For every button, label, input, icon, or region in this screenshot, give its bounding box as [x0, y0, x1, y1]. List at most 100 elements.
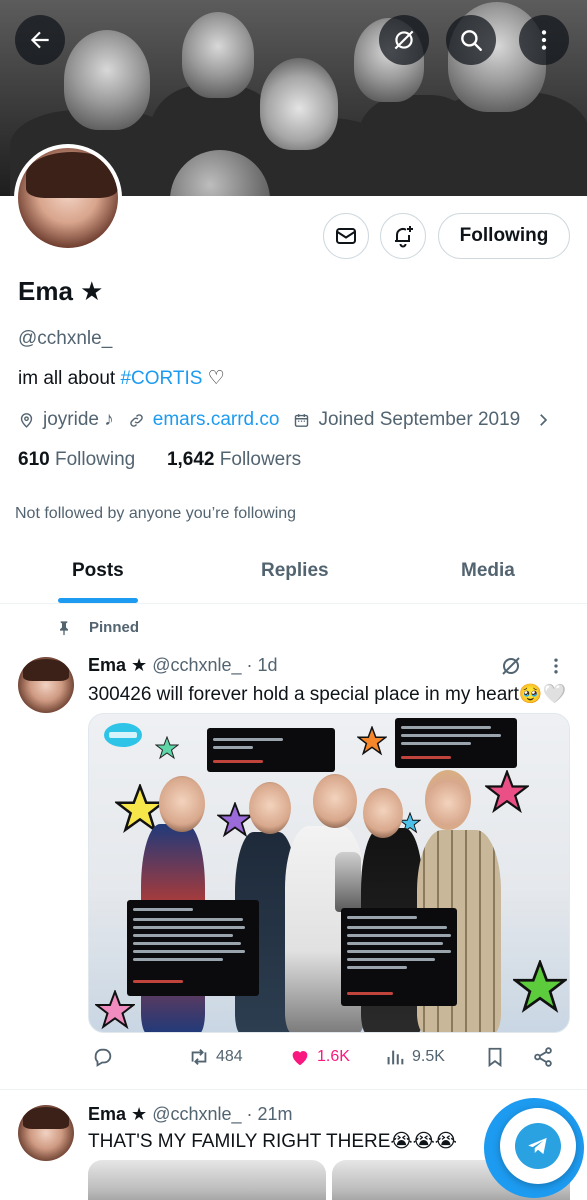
profile-name: Ema ★: [18, 276, 104, 306]
link-icon: [129, 413, 143, 427]
post-text: 300426 will forever hold a special place…: [88, 684, 567, 705]
telegram-floating-button[interactable]: [500, 1108, 576, 1184]
avatar-hair: [23, 659, 69, 681]
telegram-icon: [515, 1123, 561, 1169]
bell-plus-icon: [395, 226, 413, 248]
retweet-button[interactable]: 484: [188, 1046, 243, 1068]
screenshot-card: [127, 900, 259, 996]
more-vertical-icon: [541, 30, 547, 50]
following-stat[interactable]: 610 Following: [18, 449, 135, 470]
share-icon: [534, 1047, 552, 1067]
retweet-count: 484: [216, 1048, 243, 1065]
trophy: [335, 852, 361, 912]
arrow-left-icon: [30, 31, 49, 49]
followers-label: Followers: [219, 449, 302, 470]
post-time: · 1d: [246, 655, 278, 675]
star-decoration: [217, 802, 253, 838]
profile-tabs: Posts Replies Media: [0, 540, 587, 604]
post-action-bar: 484 1.6K 9.5K: [88, 1046, 558, 1076]
followers-stat[interactable]: 1,642 Followers: [167, 449, 301, 470]
following-count: 610: [18, 449, 50, 470]
screenshot-card: [395, 718, 517, 768]
post-author-handle: @cchxnle_: [152, 655, 242, 675]
notifications-button[interactable]: [380, 213, 426, 259]
post-avatar[interactable]: [18, 657, 74, 713]
post-header: Ema ★ @cchxnle_ · 21m: [88, 1104, 293, 1125]
post-media-image[interactable]: [88, 1160, 326, 1200]
more-button[interactable]: [519, 15, 569, 65]
location-pin-icon: [20, 412, 33, 428]
post-header: Ema ★ @cchxnle_ · 1d: [88, 655, 278, 676]
star-decoration: [513, 960, 567, 1013]
joined-text: Joined September 2019: [318, 409, 521, 430]
more-vertical-icon[interactable]: [546, 656, 566, 676]
tab-media[interactable]: Media: [461, 560, 515, 582]
calendar-icon: [295, 413, 309, 427]
comment-icon: [94, 1048, 112, 1067]
post-media-image[interactable]: [88, 713, 570, 1033]
post-divider: [0, 1089, 587, 1090]
post-text: THAT'S MY FAMILY RIGHT THERE😭😭😭: [88, 1131, 458, 1152]
screenshot-card: [341, 908, 457, 1006]
grok-button[interactable]: [379, 15, 429, 65]
views-button[interactable]: 9.5K: [384, 1046, 445, 1068]
tab-posts[interactable]: Posts: [72, 560, 124, 582]
not-followed-note: Not followed by anyone you’re following: [15, 505, 297, 522]
views-count: 9.5K: [412, 1048, 445, 1065]
member-head: [313, 774, 357, 828]
bio-hashtag-link[interactable]: #CORTIS: [120, 368, 202, 389]
grok-icon[interactable]: [499, 654, 523, 678]
star-decoration: [485, 770, 529, 814]
message-button[interactable]: [323, 213, 369, 259]
banner-figure: [260, 58, 338, 150]
location-text: joyride ♪: [43, 409, 114, 430]
post-time: · 21m: [246, 1104, 293, 1124]
banner-figure: [182, 12, 254, 98]
chevron-right-icon[interactable]: [534, 411, 552, 429]
show-logo: [104, 723, 142, 747]
share-button[interactable]: [532, 1046, 560, 1068]
member-head: [363, 788, 403, 838]
post-author-handle: @cchxnle_: [152, 1104, 242, 1124]
profile-bio: im all about #CORTIS ♡: [18, 367, 225, 390]
tabs-divider: [0, 603, 587, 604]
post-avatar[interactable]: [18, 1105, 74, 1161]
retweet-icon: [191, 1049, 207, 1065]
bookmark-button[interactable]: [484, 1046, 512, 1068]
avatar-hair: [26, 152, 118, 198]
website-item[interactable]: emars.carrd.co: [128, 409, 280, 431]
profile-handle: @cchxnle_: [18, 328, 113, 349]
back-button[interactable]: [15, 15, 65, 65]
profile-meta-row: joyride ♪ emars.carrd.co Joined Septembe…: [18, 408, 560, 432]
bio-heart: ♡: [207, 368, 225, 389]
tab-replies[interactable]: Replies: [261, 560, 329, 582]
star-decoration: [357, 726, 387, 756]
reply-button[interactable]: [92, 1046, 120, 1068]
post-author-name[interactable]: Ema ★: [88, 655, 147, 675]
profile-avatar[interactable]: [14, 144, 122, 252]
heart-icon: [292, 1051, 308, 1066]
screenshot-card: [207, 728, 335, 772]
like-button[interactable]: 1.6K: [289, 1046, 350, 1068]
following-button[interactable]: Following: [438, 213, 570, 259]
bookmark-icon: [488, 1047, 502, 1068]
search-icon: [461, 30, 482, 51]
avatar-hair: [23, 1107, 69, 1129]
member-head: [159, 776, 205, 832]
profile-stats: 610 Following 1,642 Followers: [18, 449, 301, 471]
pinned-text: Pinned: [89, 619, 140, 636]
pin-icon: [60, 620, 68, 635]
location-item: joyride ♪: [18, 409, 114, 431]
pinned-label: Pinned: [56, 619, 139, 636]
star-decoration: [95, 990, 135, 1030]
member-head: [425, 770, 471, 830]
star-decoration: [155, 736, 179, 760]
member-head: [249, 782, 291, 834]
joined-item: Joined September 2019: [293, 409, 520, 431]
like-count: 1.6K: [317, 1048, 350, 1065]
search-button[interactable]: [446, 15, 496, 65]
bio-text: im all about: [18, 368, 121, 389]
views-bar-icon: [387, 1050, 404, 1065]
website-link[interactable]: emars.carrd.co: [153, 409, 280, 431]
post-author-name[interactable]: Ema ★: [88, 1104, 147, 1124]
